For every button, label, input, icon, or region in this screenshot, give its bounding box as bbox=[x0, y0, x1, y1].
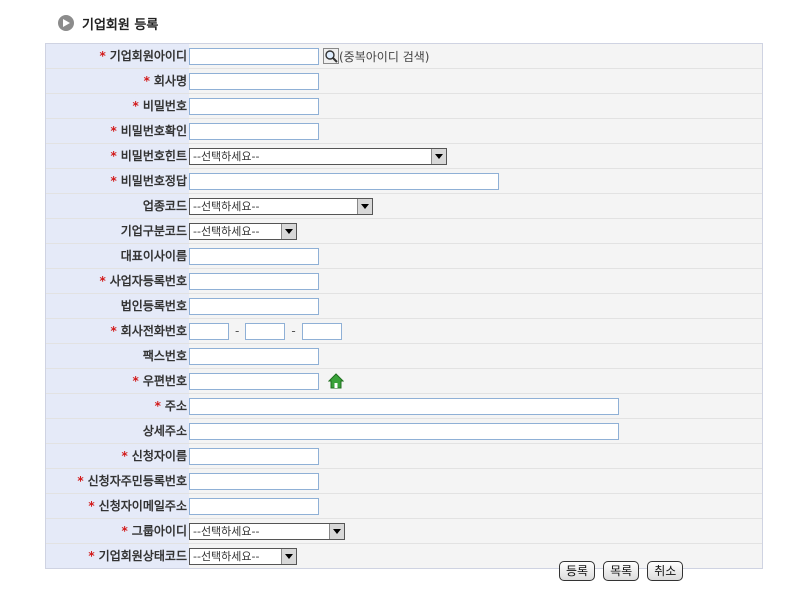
phone-separator: - bbox=[291, 324, 296, 338]
label-applicant-email: * 신청자이메일주소 bbox=[46, 494, 189, 518]
id-check-hint: (중복아이디 검색) bbox=[339, 49, 430, 64]
required-mark: * bbox=[154, 399, 161, 413]
row-address: * 주소 bbox=[46, 394, 762, 419]
fax-input[interactable] bbox=[189, 347, 319, 365]
label-fax: 팩스번호 bbox=[46, 344, 189, 368]
label-industry-code: 업종코드 bbox=[46, 194, 189, 218]
row-applicant-email: * 신청자이메일주소 bbox=[46, 494, 762, 519]
label-applicant-rrn: * 신청자주민등록번호 bbox=[46, 469, 189, 493]
status-code-select[interactable]: --선택하세요-- bbox=[189, 547, 297, 565]
register-button[interactable]: 등록 bbox=[559, 561, 596, 581]
required-mark: * bbox=[121, 524, 128, 538]
zip-code-input[interactable] bbox=[189, 372, 319, 390]
applicant-name-input[interactable] bbox=[189, 447, 319, 465]
row-ceo-name: 대표이사이름 bbox=[46, 244, 762, 269]
required-mark: * bbox=[110, 124, 117, 138]
row-applicant-rrn: * 신청자주민등록번호 bbox=[46, 469, 762, 494]
arrow-circle-icon bbox=[58, 15, 74, 31]
company-name-input[interactable] bbox=[189, 72, 319, 90]
password-input[interactable] bbox=[189, 97, 319, 115]
chevron-down-icon[interactable] bbox=[329, 523, 344, 539]
label-zip-code: * 우편번호 bbox=[46, 369, 189, 393]
industry-code-select[interactable]: --선택하세요-- bbox=[189, 197, 373, 215]
ceo-name-input[interactable] bbox=[189, 247, 319, 265]
applicant-email-input[interactable] bbox=[189, 497, 319, 515]
label-status-code: * 기업회원상태코드 bbox=[46, 544, 189, 568]
label-company-phone: * 회사전화번호 bbox=[46, 319, 189, 343]
business-reg-no-input[interactable] bbox=[189, 272, 319, 290]
row-zip-code: * 우편번호 bbox=[46, 369, 762, 394]
row-company-phone: * 회사전화번호 - - bbox=[46, 319, 762, 344]
row-fax: 팩스번호 bbox=[46, 344, 762, 369]
chevron-down-icon[interactable] bbox=[431, 148, 446, 164]
action-buttons: 등록 목록 취소 bbox=[559, 561, 684, 581]
row-industry-code: 업종코드 --선택하세요-- bbox=[46, 194, 762, 219]
password-confirm-input[interactable] bbox=[189, 122, 319, 140]
password-hint-select[interactable]: --선택하세요-- bbox=[189, 147, 447, 165]
row-password: * 비밀번호 bbox=[46, 94, 762, 119]
list-button[interactable]: 목록 bbox=[603, 561, 640, 581]
company-type-code-select[interactable]: --선택하세요-- bbox=[189, 222, 297, 240]
label-password-hint: * 비밀번호힌트 bbox=[46, 144, 189, 168]
home-icon[interactable] bbox=[328, 373, 344, 389]
corp-reg-no-input[interactable] bbox=[189, 297, 319, 315]
group-id-select[interactable]: --선택하세요-- bbox=[189, 522, 345, 540]
page-title: 기업회원 등록 bbox=[82, 17, 159, 33]
address-detail-input[interactable] bbox=[189, 422, 619, 440]
required-mark: * bbox=[88, 549, 95, 563]
password-answer-input[interactable] bbox=[189, 172, 499, 190]
phone-part1-input[interactable] bbox=[189, 322, 229, 340]
required-mark: * bbox=[77, 474, 84, 488]
label-password-confirm: * 비밀번호확인 bbox=[46, 119, 189, 143]
row-password-answer: * 비밀번호정답 bbox=[46, 169, 762, 194]
member-id-input[interactable] bbox=[189, 47, 319, 65]
required-mark: * bbox=[110, 324, 117, 338]
chevron-down-icon[interactable] bbox=[281, 223, 296, 239]
label-address: * 주소 bbox=[46, 394, 189, 418]
label-corp-reg-no: 법인등록번호 bbox=[46, 294, 189, 318]
required-mark: * bbox=[121, 449, 128, 463]
row-member-id: * 기업회원아이디 (중복아이디 검색) bbox=[46, 44, 762, 69]
label-applicant-name: * 신청자이름 bbox=[46, 444, 189, 468]
label-business-reg-no: * 사업자등록번호 bbox=[46, 269, 189, 293]
label-password-answer: * 비밀번호정답 bbox=[46, 169, 189, 193]
label-address-detail: 상세주소 bbox=[46, 419, 189, 443]
label-ceo-name: 대표이사이름 bbox=[46, 244, 189, 268]
row-password-hint: * 비밀번호힌트 --선택하세요-- bbox=[46, 144, 762, 169]
chevron-down-icon[interactable] bbox=[357, 198, 372, 214]
label-company-name: * 회사명 bbox=[46, 69, 189, 93]
page-header: 기업회원 등록 bbox=[58, 14, 159, 33]
phone-part2-input[interactable] bbox=[245, 322, 286, 340]
magnifier-icon[interactable] bbox=[323, 48, 339, 64]
applicant-rrn-input[interactable] bbox=[189, 472, 319, 490]
registration-form: * 기업회원아이디 (중복아이디 검색) * 회사명 * 비밀번호 * 비밀번호확인 *… bbox=[45, 43, 763, 569]
address-input[interactable] bbox=[189, 397, 619, 415]
phone-part3-input[interactable] bbox=[301, 322, 342, 340]
row-address-detail: 상세주소 bbox=[46, 419, 762, 444]
chevron-down-icon[interactable] bbox=[281, 548, 296, 564]
row-applicant-name: * 신청자이름 bbox=[46, 444, 762, 469]
row-company-name: * 회사명 bbox=[46, 69, 762, 94]
required-mark: * bbox=[99, 274, 106, 288]
label-password: * 비밀번호 bbox=[46, 94, 189, 118]
label-group-id: * 그룹아이디 bbox=[46, 519, 189, 543]
required-mark: * bbox=[143, 74, 150, 88]
row-business-reg-no: * 사업자등록번호 bbox=[46, 269, 762, 294]
row-group-id: * 그룹아이디 --선택하세요-- bbox=[46, 519, 762, 544]
required-mark: * bbox=[99, 49, 106, 63]
phone-separator: - bbox=[235, 324, 240, 338]
row-corp-reg-no: 법인등록번호 bbox=[46, 294, 762, 319]
required-mark: * bbox=[110, 149, 117, 163]
required-mark: * bbox=[132, 374, 139, 388]
row-password-confirm: * 비밀번호확인 bbox=[46, 119, 762, 144]
required-mark: * bbox=[110, 174, 117, 188]
label-company-type-code: 기업구분코드 bbox=[46, 219, 189, 243]
label-member-id: * 기업회원아이디 bbox=[46, 44, 189, 68]
cancel-button[interactable]: 취소 bbox=[647, 561, 684, 581]
row-company-type-code: 기업구분코드 --선택하세요-- bbox=[46, 219, 762, 244]
required-mark: * bbox=[132, 99, 139, 113]
required-mark: * bbox=[88, 499, 95, 513]
